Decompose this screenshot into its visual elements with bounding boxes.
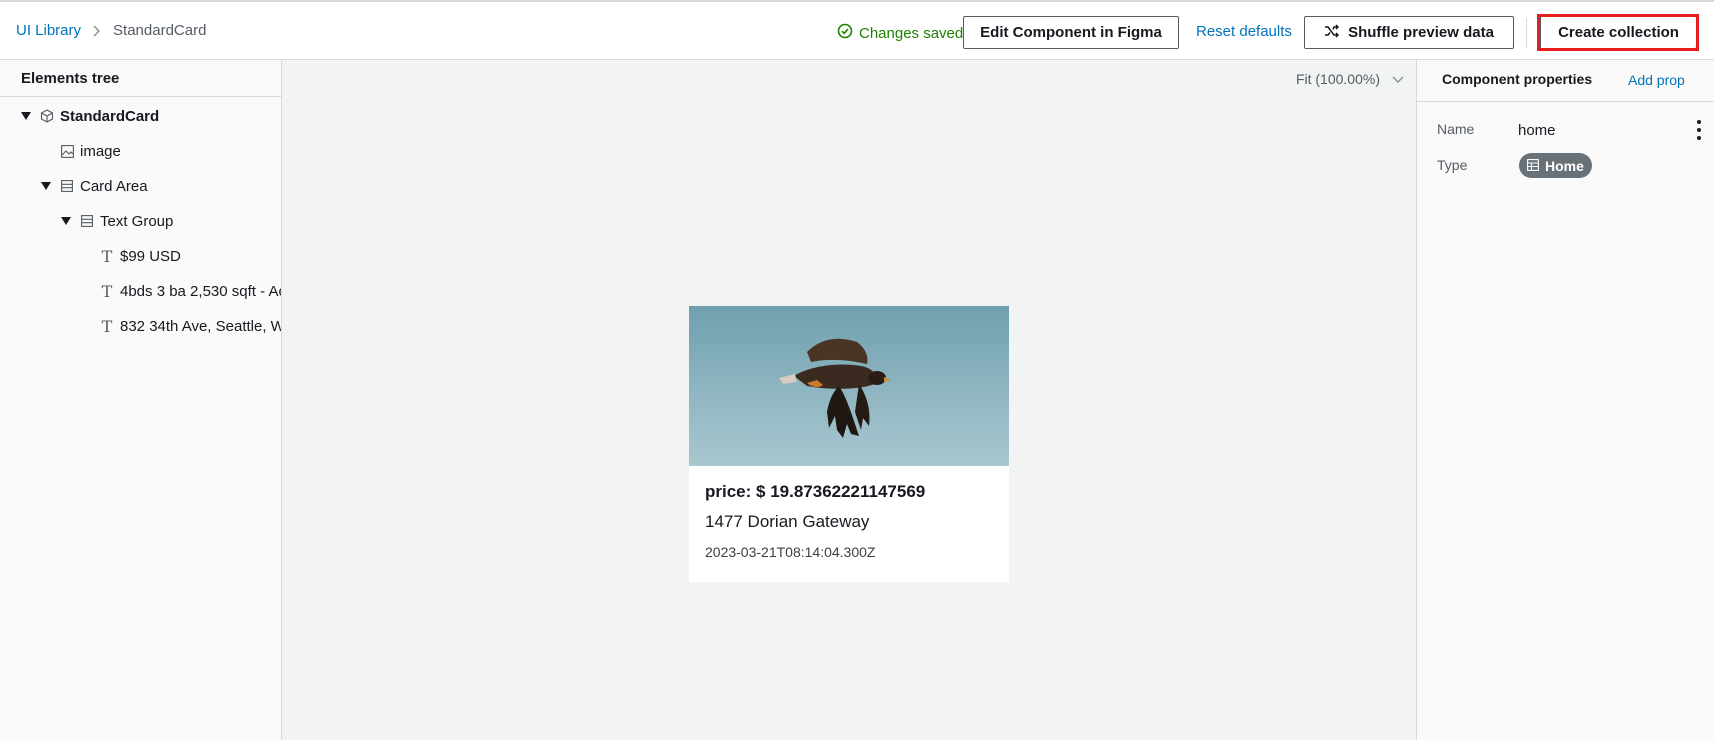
chevron-right-icon [93,24,101,37]
layout-icon [80,214,94,228]
text-icon: T [101,316,113,336]
divider [0,96,281,97]
create-collection-button[interactable]: Create collection [1540,16,1697,49]
text-icon: T [101,281,113,301]
tree-item-image[interactable]: image [60,139,121,163]
save-status: Changes saved [837,23,963,43]
type-badge[interactable]: Home [1519,153,1592,178]
caret-down-icon[interactable] [60,215,72,227]
tree-item-label: StandardCard [60,107,160,125]
breadcrumb-current: StandardCard [113,22,207,39]
check-circle-icon [837,23,853,43]
elements-tree-title: Elements tree [21,70,120,87]
shuffle-preview-button[interactable]: Shuffle preview data [1304,16,1514,49]
tree-item-address-text[interactable]: T 832 34th Ave, Seattle, WA [100,314,282,338]
breadcrumb: UI Library StandardCard [16,22,206,39]
tree-item-label: Text Group [100,212,174,230]
caret-down-icon[interactable] [20,110,32,122]
eagle-photo [689,306,1009,466]
more-options-icon[interactable] [1692,120,1706,140]
standard-card-preview[interactable]: price: $ 19.87362221147569 1477 Dorian G… [689,306,1009,582]
name-value[interactable]: home [1518,122,1556,139]
edit-in-figma-button[interactable]: Edit Component in Figma [963,16,1179,49]
zoom-value: Fit (100.00%) [1295,71,1380,87]
card-price: price: $ 19.87362221147569 [705,482,926,501]
elements-tree-panel: Elements tree StandardCard image Card Ar… [0,60,282,740]
breadcrumb-ui-library-link[interactable]: UI Library [16,22,81,39]
type-badge-label: Home [1545,157,1584,174]
preview-canvas: Fit (100.00%) price: $ 19.87362221147569… [282,60,1416,740]
divider [1417,101,1714,102]
tree-item-details-text[interactable]: T 4bds 3 ba 2,530 sqft - Active [100,279,281,303]
save-status-text: Changes saved [859,24,964,42]
component-properties-panel: Component properties Add prop Name home … [1416,60,1714,740]
component-properties-title: Component properties [1442,71,1593,87]
caret-down-icon[interactable] [40,180,52,192]
tree-item-label: 4bds 3 ba 2,530 sqft - Active [120,282,281,300]
tree-item-label: Card Area [80,177,148,195]
card-address: 1477 Dorian Gateway [705,512,870,531]
card-date: 2023-03-21T08:14:04.300Z [705,544,876,560]
type-label: Type [1437,157,1468,173]
tree-item-price-text[interactable]: T $99 USD [100,244,181,268]
toolbar-divider [1526,18,1527,48]
zoom-select[interactable]: Fit (100.00%) [1296,71,1404,87]
component-icon [40,109,54,123]
top-bar: UI Library StandardCard Changes saved Ed… [0,0,1714,60]
tree-item-standardcard[interactable]: StandardCard [20,104,159,128]
tree-item-text-group[interactable]: Text Group [60,209,173,233]
reset-defaults-button[interactable]: Reset defaults [1196,23,1292,40]
shuffle-icon [1324,23,1340,42]
layout-icon [60,179,74,193]
tree-item-label: $99 USD [120,247,181,265]
name-label: Name [1437,121,1475,137]
table-icon [1527,158,1539,174]
text-icon: T [101,246,113,266]
tree-item-label: 832 34th Ave, Seattle, WA [120,317,282,335]
chevron-down-icon [1392,71,1404,87]
tree-item-label: image [80,142,121,160]
tree-item-card-area[interactable]: Card Area [40,174,148,198]
add-prop-button[interactable]: Add prop [1628,72,1685,88]
image-icon [60,144,74,158]
shuffle-preview-label: Shuffle preview data [1348,24,1494,41]
